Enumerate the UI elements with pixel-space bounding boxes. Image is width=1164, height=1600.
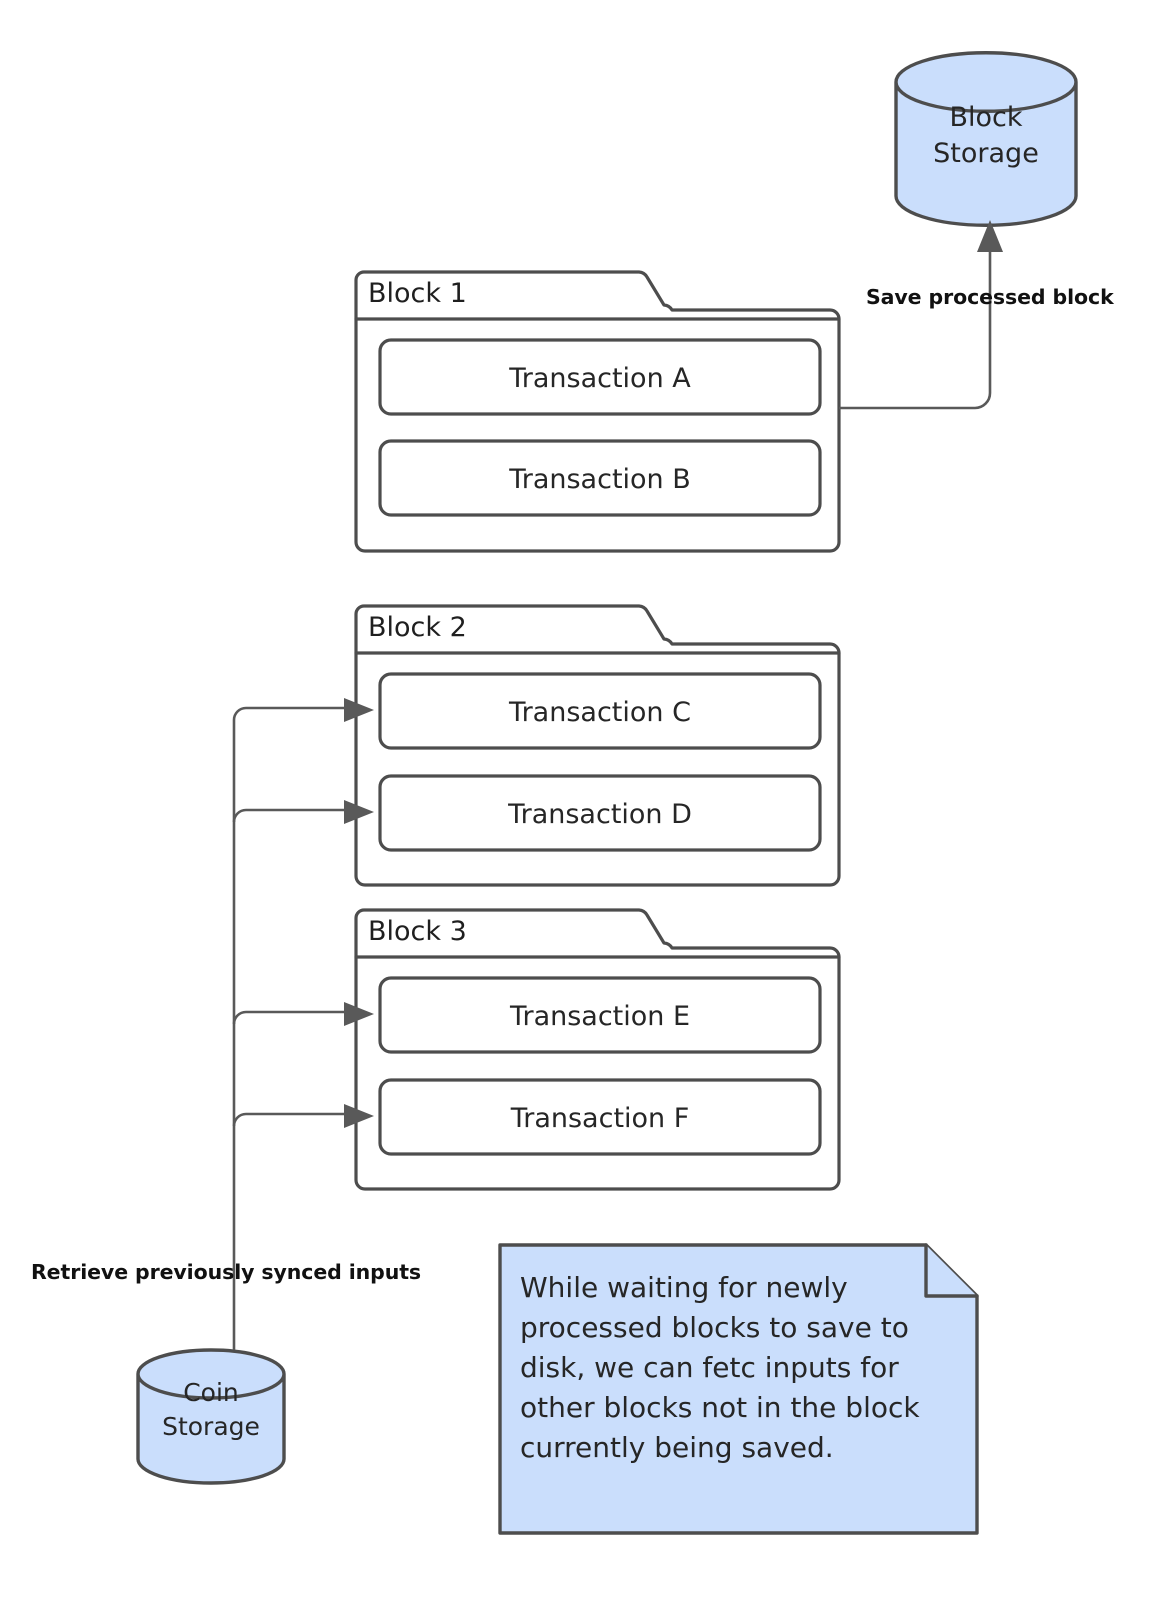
transaction-e-label: Transaction E — [509, 1001, 691, 1032]
block-1-title: Block 1 — [368, 278, 467, 309]
transaction-a-label: Transaction A — [509, 363, 691, 394]
coin-storage-label: Coin Storage — [131, 1376, 291, 1444]
connector-save-processed-block — [839, 220, 1003, 410]
block-storage-label-line2: Storage — [933, 138, 1039, 169]
edge-label-retrieve-synced-inputs: Retrieve previously synced inputs — [31, 1260, 422, 1284]
diagram-canvas: Block Storage Coin Storage Block 1 Transac… — [0, 0, 1164, 1600]
note-line-5: currently being saved. — [520, 1431, 834, 1464]
block-storage-label-line1: Block — [949, 102, 1023, 133]
block-3-folder-shape[interactable] — [354, 908, 841, 1191]
block-2-title: Block 2 — [368, 612, 467, 643]
block-storage-label: Block Storage — [906, 100, 1066, 172]
block-3-title: Block 3 — [368, 916, 467, 947]
note-line-3: disk, we can fetc inputs for — [520, 1351, 899, 1384]
note-callout-text: While waiting for newly processed blocks … — [520, 1268, 966, 1468]
note-line-1: While waiting for newly — [520, 1271, 848, 1304]
connector-retrieve-synced-inputs — [232, 698, 374, 1350]
transaction-f-label: Transaction F — [510, 1103, 690, 1134]
note-line-4: other blocks not in the block — [520, 1391, 920, 1424]
coin-storage-label-line1: Coin — [183, 1378, 239, 1407]
transaction-b-label: Transaction B — [509, 464, 691, 495]
note-line-2: processed blocks to save to — [520, 1311, 909, 1344]
block-2-folder-shape[interactable] — [354, 604, 841, 887]
edge-label-save-processed-block: Save processed block — [866, 285, 1114, 309]
transaction-c-label: Transaction C — [509, 697, 691, 728]
transaction-d-label: Transaction D — [508, 799, 692, 830]
block-1-folder-shape[interactable] — [354, 270, 841, 553]
coin-storage-label-line2: Storage — [162, 1412, 260, 1441]
